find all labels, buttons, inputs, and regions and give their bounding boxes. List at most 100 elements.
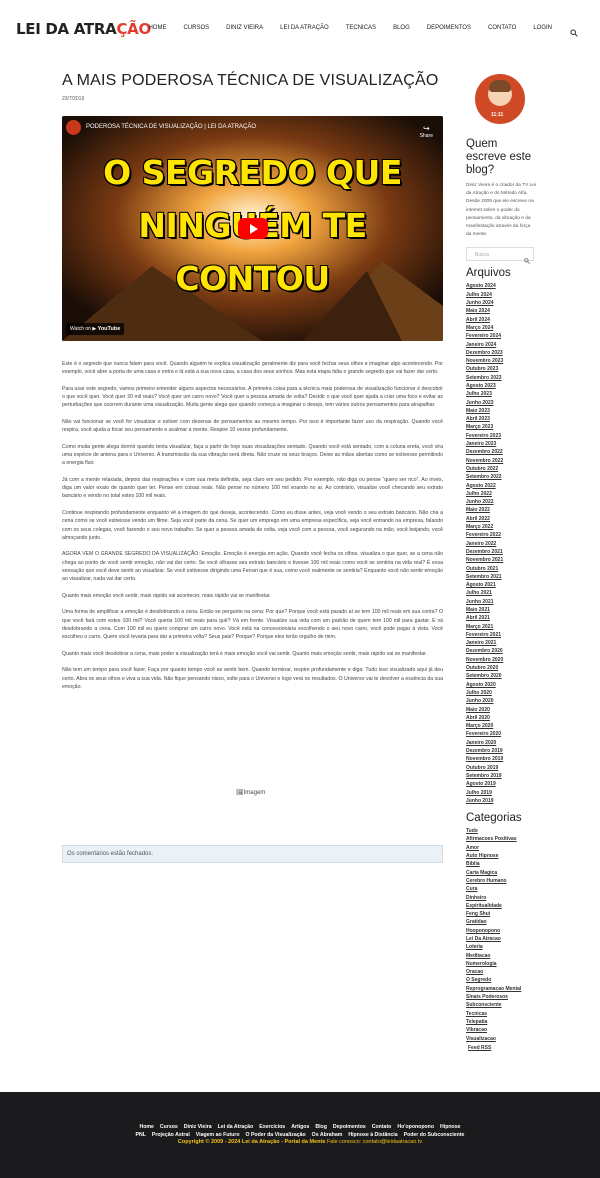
category-link[interactable]: Dinheiro — [466, 894, 536, 902]
archive-link[interactable]: Setembro 2021 — [466, 573, 536, 581]
archive-link[interactable]: Julho 2022 — [466, 490, 536, 498]
archive-link[interactable]: Abril 2020 — [466, 714, 536, 722]
archive-link[interactable]: Março 2023 — [466, 423, 536, 431]
archive-link[interactable]: Maio 2024 — [466, 307, 536, 315]
archive-link[interactable]: Setembro 2023 — [466, 374, 536, 382]
archive-link[interactable]: Março 2022 — [466, 523, 536, 531]
category-link[interactable]: Subconsciente — [466, 1001, 536, 1009]
archive-link[interactable]: Dezembro 2019 — [466, 747, 536, 755]
category-link[interactable]: Espiritualidade — [466, 902, 536, 910]
category-link[interactable]: Biblia — [466, 860, 536, 868]
archive-link[interactable]: Novembro 2020 — [466, 656, 536, 664]
nav-login[interactable]: LOGIN — [533, 25, 552, 31]
archive-link[interactable]: Dezembro 2020 — [466, 647, 536, 655]
archive-link[interactable]: Agosto 2020 — [466, 681, 536, 689]
category-link[interactable]: Cerebro Humano — [466, 877, 536, 885]
footer-link[interactable]: Projeção Astral — [152, 1132, 190, 1138]
category-link[interactable]: Gratidao — [466, 918, 536, 926]
share-button[interactable]: ↪ Share — [420, 124, 433, 139]
category-link[interactable]: Sinais Poderosos — [466, 993, 536, 1001]
archive-link[interactable]: Janeiro 2020 — [466, 739, 536, 747]
footer-link[interactable]: Poder do Subconsciente — [404, 1132, 465, 1138]
archive-link[interactable]: Dezembro 2022 — [466, 448, 536, 456]
archive-link[interactable]: Fevereiro 2020 — [466, 730, 536, 738]
archive-link[interactable]: Fevereiro 2024 — [466, 332, 536, 340]
footer-link[interactable]: PNL — [136, 1132, 146, 1138]
archive-link[interactable]: Janeiro 2022 — [466, 540, 536, 548]
archive-link[interactable]: Agosto 2022 — [466, 482, 536, 490]
archive-link[interactable]: Janeiro 2023 — [466, 440, 536, 448]
category-link[interactable]: Visualizacao — [466, 1035, 536, 1043]
archive-link[interactable]: Junho 2020 — [466, 697, 536, 705]
nav-contato[interactable]: CONTATO — [488, 25, 516, 31]
archive-link[interactable]: Março 2024 — [466, 324, 536, 332]
archive-link[interactable]: Abril 2023 — [466, 415, 536, 423]
nav-tecnicas[interactable]: TECNICAS — [346, 25, 376, 31]
archive-link[interactable]: Julho 2023 — [466, 390, 536, 398]
archive-link[interactable]: Fevereiro 2021 — [466, 631, 536, 639]
archive-link[interactable]: Outubro 2022 — [466, 465, 536, 473]
category-link[interactable]: Oracao — [466, 968, 536, 976]
archive-link[interactable]: Julho 2019 — [466, 789, 536, 797]
footer-link[interactable]: O Poder da Visualização — [246, 1132, 306, 1138]
nav-diniz-vieira[interactable]: DINIZ VIEIRA — [226, 25, 263, 31]
archive-link[interactable]: Dezembro 2021 — [466, 548, 536, 556]
archive-link[interactable]: Março 2020 — [466, 722, 536, 730]
channel-avatar[interactable] — [66, 120, 81, 135]
category-link[interactable]: Afirmacoes Positivas — [466, 835, 536, 843]
archive-link[interactable]: Setembro 2020 — [466, 672, 536, 680]
archive-link[interactable]: Novembro 2019 — [466, 755, 536, 763]
archive-link[interactable]: Novembro 2023 — [466, 357, 536, 365]
archive-link[interactable]: Novembro 2021 — [466, 556, 536, 564]
category-link[interactable]: Tudo — [466, 827, 536, 835]
category-link[interactable]: Feng Shui — [466, 910, 536, 918]
archive-link[interactable]: Abril 2024 — [466, 316, 536, 324]
feed-rss-link[interactable]: Feed RSS — [468, 1045, 536, 1051]
archive-link[interactable]: Fevereiro 2022 — [466, 531, 536, 539]
archive-link[interactable]: Abril 2022 — [466, 515, 536, 523]
archive-link[interactable]: Dezembro 2023 — [466, 349, 536, 357]
archive-link[interactable]: Junho 2022 — [466, 498, 536, 506]
archive-link[interactable]: Maio 2020 — [466, 706, 536, 714]
archive-link[interactable]: Outubro 2023 — [466, 365, 536, 373]
video-title[interactable]: PODEROSA TÉCNICA DE VISUALIZAÇÃO | LEI D… — [86, 124, 256, 130]
category-link[interactable]: Tecnicas — [466, 1010, 536, 1018]
contact-email[interactable]: Fale conosco: contato@leidaatracao.tv — [327, 1139, 422, 1145]
archive-link[interactable]: Outubro 2021 — [466, 565, 536, 573]
search-icon[interactable] — [570, 24, 578, 37]
archive-link[interactable]: Maio 2021 — [466, 606, 536, 614]
footer-link[interactable]: Viagem ao Futuro — [196, 1132, 240, 1138]
archive-link[interactable]: Fevereiro 2023 — [466, 432, 536, 440]
archive-link[interactable]: Junho 2021 — [466, 598, 536, 606]
archive-link[interactable]: Outubro 2019 — [466, 764, 536, 772]
category-link[interactable]: Loteria — [466, 943, 536, 951]
category-link[interactable]: O Segredo — [466, 976, 536, 984]
archive-link[interactable]: Agosto 2024 — [466, 282, 536, 290]
archive-link[interactable]: Junho 2024 — [466, 299, 536, 307]
archive-link[interactable]: Agosto 2021 — [466, 581, 536, 589]
category-link[interactable]: Vibracao — [466, 1026, 536, 1034]
archive-link[interactable]: Outubro 2020 — [466, 664, 536, 672]
search-icon[interactable] — [524, 251, 530, 265]
nav-lei-da-atracao[interactable]: LEI DA ATRAÇÃO — [280, 25, 329, 31]
archive-link[interactable]: Janeiro 2024 — [466, 341, 536, 349]
watch-on-youtube-button[interactable]: Watch on ▶ YouTube — [66, 323, 125, 335]
archive-link[interactable]: Julho 2024 — [466, 291, 536, 299]
sidebar-search-input[interactable]: Busca — [466, 247, 534, 265]
category-link[interactable]: Carta Magica — [466, 869, 536, 877]
archive-link[interactable]: Agosto 2023 — [466, 382, 536, 390]
category-link[interactable]: Reprogramacao Mental — [466, 985, 536, 993]
archive-link[interactable]: Abril 2021 — [466, 614, 536, 622]
footer-link[interactable]: Os Abraham — [312, 1132, 343, 1138]
category-link[interactable]: Amor — [466, 844, 536, 852]
archive-link[interactable]: Setembro 2019 — [466, 772, 536, 780]
footer-link[interactable]: Hipnose à Distância — [348, 1132, 397, 1138]
category-link[interactable]: Cura — [466, 885, 536, 893]
archive-link[interactable]: Agosto 2019 — [466, 780, 536, 788]
nav-blog[interactable]: BLOG — [393, 25, 410, 31]
archive-link[interactable]: Novembro 2022 — [466, 457, 536, 465]
category-link[interactable]: Meditacao — [466, 952, 536, 960]
archive-link[interactable]: Maio 2022 — [466, 506, 536, 514]
category-link[interactable]: Telepatia — [466, 1018, 536, 1026]
archive-link[interactable]: Maio 2023 — [466, 407, 536, 415]
